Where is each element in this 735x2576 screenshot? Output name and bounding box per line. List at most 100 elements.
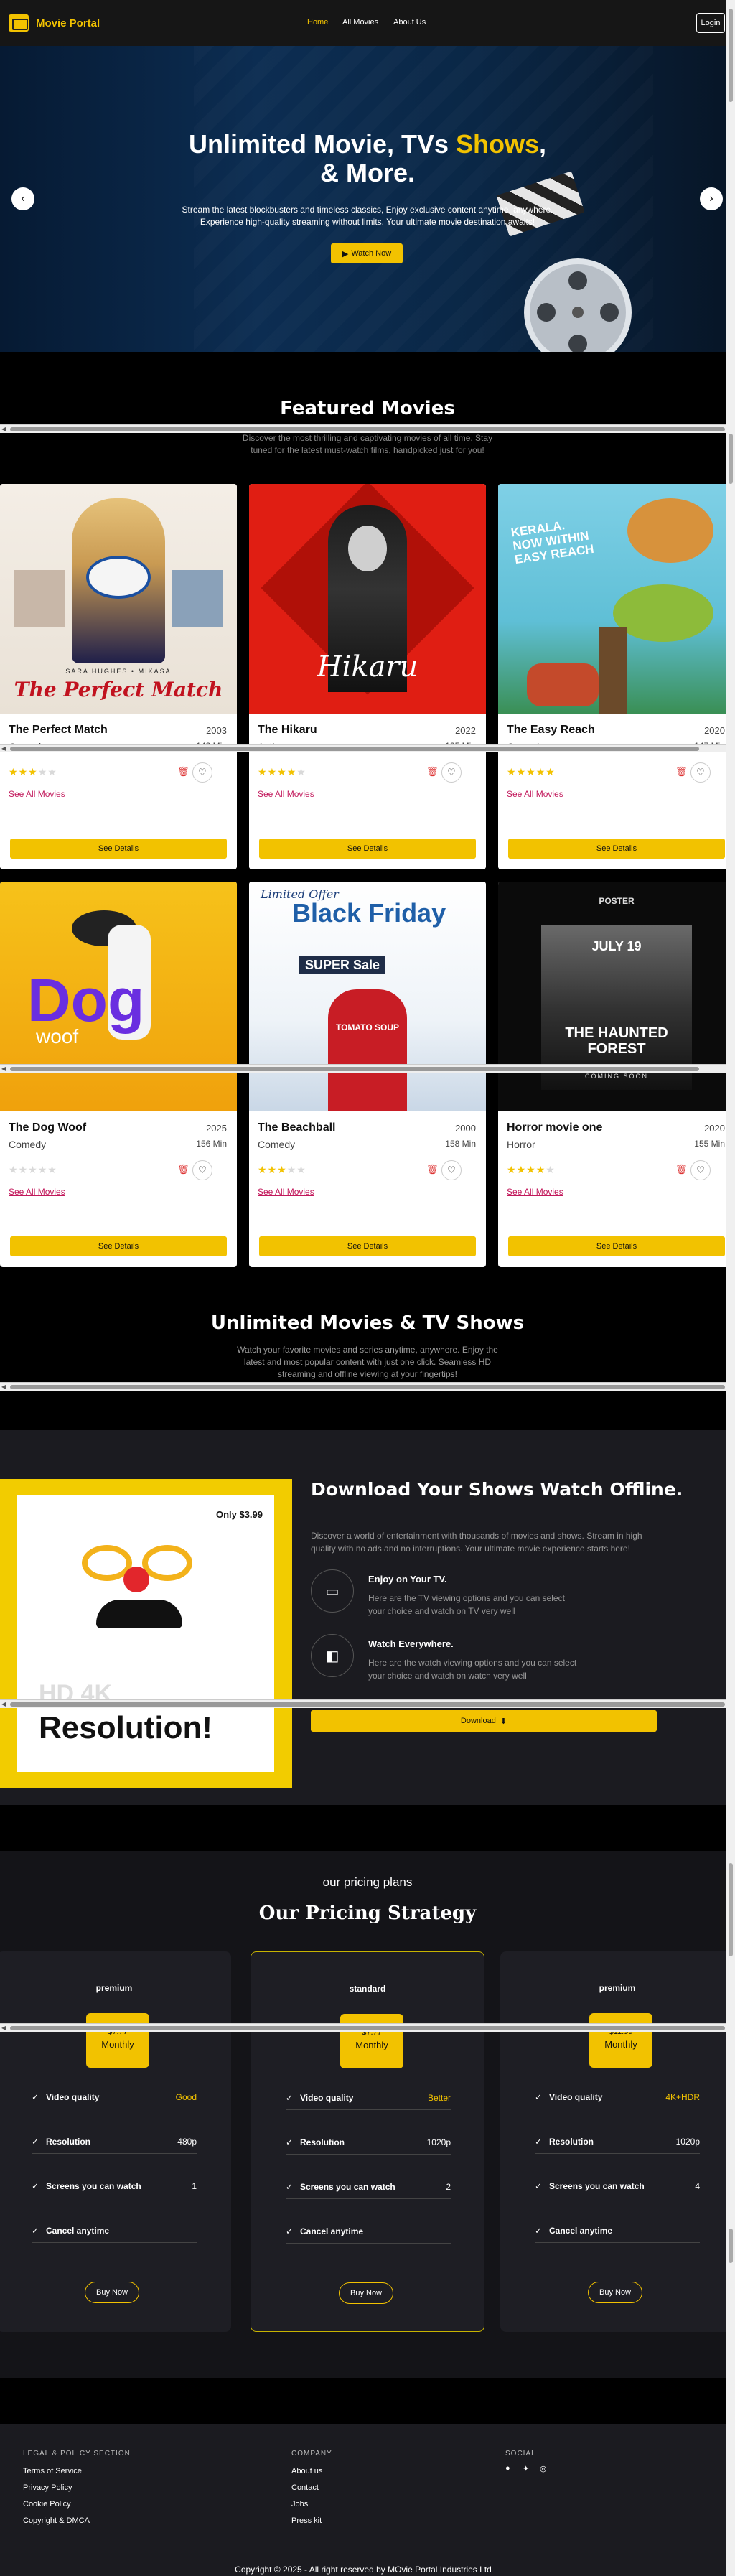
nav-link-about-us[interactable]: About Us bbox=[393, 18, 426, 27]
check-icon: ✓ bbox=[32, 2226, 39, 2236]
see-details-button[interactable]: See Details bbox=[508, 839, 725, 859]
offline-title: Download Your Shows Watch Offline. bbox=[311, 1479, 683, 1500]
star-icon: ★ bbox=[18, 766, 29, 778]
see-all-movies-link[interactable]: See All Movies bbox=[9, 789, 65, 799]
instagram-icon[interactable]: ◎ bbox=[540, 2464, 547, 2473]
brand-name[interactable]: Movie Portal bbox=[36, 17, 100, 29]
star-icon: ★ bbox=[9, 766, 19, 778]
see-details-button[interactable]: See Details bbox=[259, 1236, 476, 1256]
check-icon: ✓ bbox=[286, 2226, 294, 2236]
check-icon: ✓ bbox=[32, 2092, 39, 2102]
movie-card[interactable]: Limited Offer Black Friday SUPER Sale TO… bbox=[249, 882, 486, 1267]
see-all-movies-link[interactable]: See All Movies bbox=[507, 789, 563, 799]
see-details-button[interactable]: See Details bbox=[259, 839, 476, 859]
delete-icon[interactable]: 🗑 bbox=[675, 766, 688, 778]
rating-stars: ★★★★★ bbox=[9, 766, 57, 778]
star-icon: ★ bbox=[28, 766, 38, 778]
movie-title: The Dog Woof bbox=[9, 1121, 87, 1134]
movie-card[interactable]: KERALA. NOW WITHIN EASY REACH The Easy R… bbox=[498, 484, 735, 869]
delete-icon[interactable]: 🗑 bbox=[675, 1164, 688, 1175]
login-button[interactable]: Login bbox=[696, 13, 725, 33]
star-icon: ★ bbox=[267, 766, 278, 778]
download-button[interactable]: Download ⬇ bbox=[311, 1710, 657, 1732]
movie-year: 2022 bbox=[455, 725, 476, 736]
see-all-movies-link[interactable]: See All Movies bbox=[258, 789, 314, 799]
delete-icon[interactable]: 🗑 bbox=[426, 1164, 439, 1175]
unlimited-subtitle: Watch your favorite movies and series an… bbox=[237, 1345, 498, 1379]
see-details-button[interactable]: See Details bbox=[10, 839, 227, 859]
movie-poster: SARA HUGHES • MIKASA The Perfect Match bbox=[0, 484, 237, 714]
movie-title: Horror movie one bbox=[507, 1121, 603, 1134]
heart-icon[interactable]: ♡ bbox=[441, 762, 462, 783]
heart-icon[interactable]: ♡ bbox=[192, 1160, 212, 1180]
cards-scrollbar-row-2[interactable]: ◀▶ bbox=[0, 1064, 735, 1073]
see-all-movies-link[interactable]: See All Movies bbox=[507, 1187, 563, 1197]
movie-year: 2020 bbox=[704, 725, 725, 736]
check-icon: ✓ bbox=[286, 2093, 294, 2103]
star-icon: ★ bbox=[526, 766, 536, 778]
footer-link-terms[interactable]: Terms of Service bbox=[23, 2467, 82, 2475]
twitter-icon[interactable]: ✦ bbox=[523, 2464, 529, 2473]
nav-link-all-movies[interactable]: All Movies bbox=[342, 18, 378, 27]
footer-company-heading: COMPANY bbox=[291, 2450, 332, 2458]
star-icon: ★ bbox=[286, 1164, 297, 1175]
footer-link-jobs[interactable]: Jobs bbox=[291, 2500, 308, 2509]
delete-icon[interactable]: 🗑 bbox=[177, 1164, 189, 1175]
nav-link-home[interactable]: Home bbox=[307, 18, 328, 27]
check-icon: ✓ bbox=[32, 2137, 39, 2147]
see-all-movies-link[interactable]: See All Movies bbox=[258, 1187, 314, 1197]
star-icon: ★ bbox=[28, 1164, 38, 1175]
check-icon: ✓ bbox=[286, 2182, 294, 2192]
pricing-plan-card: standard $7.77 Monthly ✓ Video quality Bett… bbox=[251, 1951, 484, 2332]
feature-text-tv: Here are the TV viewing options and you … bbox=[368, 1593, 565, 1616]
facebook-icon[interactable]: ● bbox=[505, 2464, 510, 2473]
movie-card[interactable]: SARA HUGHES • MIKASA The Perfect Match T… bbox=[0, 484, 237, 869]
pricing-scrollbar[interactable]: ◀▶ bbox=[0, 2023, 735, 2032]
movie-genre: Horror bbox=[507, 1139, 535, 1150]
movie-card[interactable]: POSTER JULY 19 THE HAUNTED FOREST COMING… bbox=[498, 882, 735, 1267]
buy-now-button[interactable]: Buy Now bbox=[339, 2282, 393, 2304]
play-icon: ▶ bbox=[342, 249, 349, 258]
movie-poster: Dog woof bbox=[0, 882, 237, 1111]
movie-card[interactable]: Dog woof The Dog Woof 2025 Comedy 156 Mi… bbox=[0, 882, 237, 1267]
cards-scrollbar-row-1[interactable]: ◀▶ bbox=[0, 744, 735, 752]
heart-icon[interactable]: ♡ bbox=[690, 1160, 711, 1180]
star-icon: ★ bbox=[9, 1164, 19, 1175]
footer-link-press[interactable]: Press kit bbox=[291, 2516, 322, 2525]
star-icon: ★ bbox=[507, 766, 517, 778]
buy-now-button[interactable]: Buy Now bbox=[85, 2282, 139, 2303]
footer-link-about[interactable]: About us bbox=[291, 2467, 322, 2475]
star-icon: ★ bbox=[286, 766, 297, 778]
carousel-prev-button[interactable]: ‹ bbox=[11, 187, 34, 210]
unlimited-scrollbar[interactable]: ◀▶ bbox=[0, 1382, 735, 1391]
rating-stars: ★★★★★ bbox=[9, 1164, 57, 1176]
offline-scrollbar[interactable]: ◀▶ bbox=[0, 1699, 735, 1708]
footer-link-contact[interactable]: Contact bbox=[291, 2483, 319, 2492]
footer bbox=[0, 2424, 726, 2576]
movie-card[interactable]: Hikaru The Hikaru 2022 Action 135 Min ★★… bbox=[249, 484, 486, 869]
watch-now-button[interactable]: ▶ Watch Now bbox=[331, 243, 403, 263]
delete-icon[interactable]: 🗑 bbox=[426, 766, 439, 778]
footer-legal-heading: LEGAL & POLICY SECTION bbox=[23, 2450, 131, 2458]
delete-icon[interactable]: 🗑 bbox=[177, 766, 189, 778]
heart-icon[interactable]: ♡ bbox=[441, 1160, 462, 1180]
movie-title: The Hikaru bbox=[258, 724, 317, 736]
carousel-next-button[interactable]: › bbox=[700, 187, 723, 210]
movie-title: The Beachball bbox=[258, 1121, 336, 1134]
buy-now-button[interactable]: Buy Now bbox=[588, 2282, 642, 2303]
footer-link-copyright[interactable]: Copyright & DMCA bbox=[23, 2516, 90, 2525]
see-details-button[interactable]: See Details bbox=[10, 1236, 227, 1256]
page-vertical-scrollbar[interactable] bbox=[726, 0, 735, 2576]
see-details-button[interactable]: See Details bbox=[508, 1236, 725, 1256]
heart-icon[interactable]: ♡ bbox=[192, 762, 212, 783]
featured-title: Featured Movies bbox=[280, 398, 455, 419]
heart-icon[interactable]: ♡ bbox=[690, 762, 711, 783]
see-all-movies-link[interactable]: See All Movies bbox=[9, 1187, 65, 1197]
clown-nose-icon bbox=[123, 1567, 149, 1592]
footer-link-cookie[interactable]: Cookie Policy bbox=[23, 2500, 71, 2509]
movie-poster: Limited Offer Black Friday SUPER Sale TO… bbox=[249, 882, 486, 1111]
rating-stars: ★★★★★ bbox=[258, 1164, 306, 1176]
footer-link-privacy[interactable]: Privacy Policy bbox=[23, 2483, 72, 2492]
logo-icon[interactable] bbox=[9, 14, 29, 32]
check-icon: ✓ bbox=[32, 2181, 39, 2191]
